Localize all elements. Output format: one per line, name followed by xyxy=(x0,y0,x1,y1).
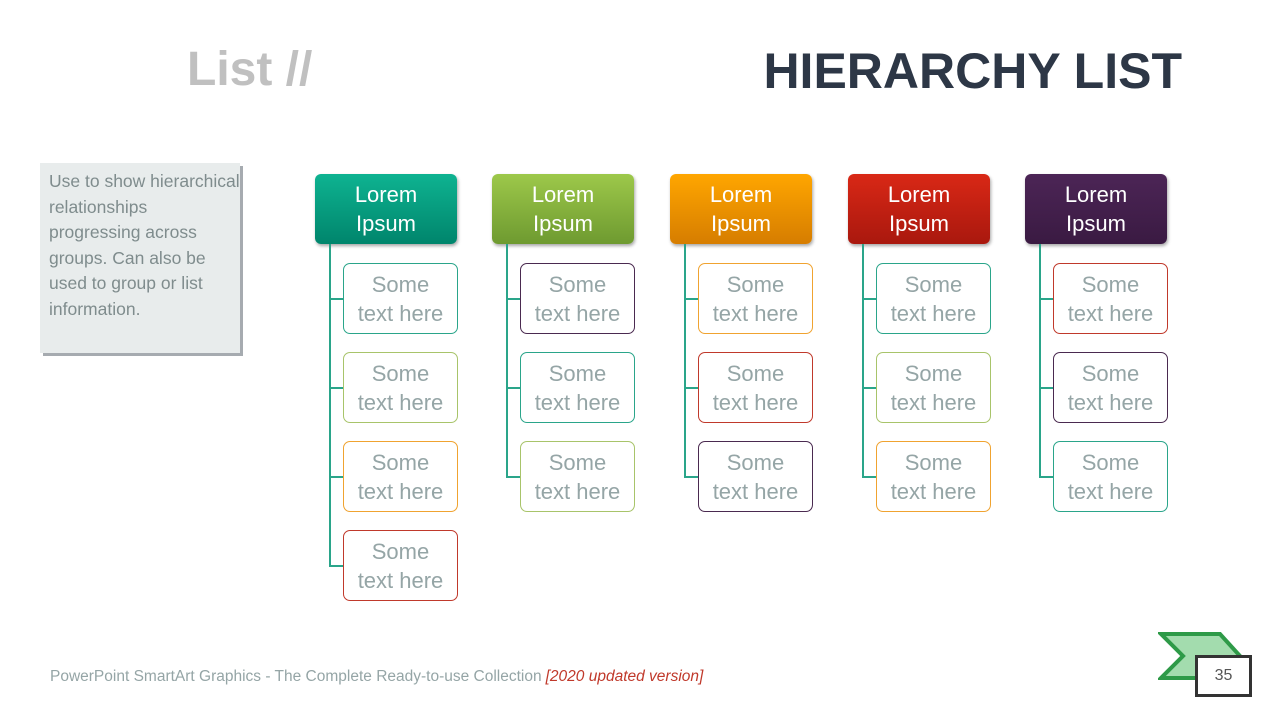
column-header[interactable]: Lorem Ipsum xyxy=(1025,174,1167,244)
list-item[interactable]: Some text here xyxy=(698,263,813,334)
list-item[interactable]: Some text here xyxy=(698,352,813,423)
connector-branch xyxy=(329,387,343,389)
list-item[interactable]: Some text here xyxy=(520,441,635,512)
footer-version: [2020 updated version] xyxy=(545,668,704,685)
list-item[interactable]: Some text here xyxy=(876,352,991,423)
connector-branch xyxy=(1039,387,1053,389)
page-number: 35 xyxy=(1195,655,1252,697)
column-4: Lorem Ipsum Some text here Some text here S… xyxy=(848,174,991,512)
connector-line xyxy=(862,244,864,477)
column-header[interactable]: Lorem Ipsum xyxy=(492,174,634,244)
list-item[interactable]: Some text here xyxy=(1053,263,1168,334)
connector-line xyxy=(506,244,508,477)
connector-branch xyxy=(506,387,520,389)
list-item[interactable]: Some text here xyxy=(343,352,458,423)
connector-branch xyxy=(684,387,698,389)
connector-branch xyxy=(329,565,343,567)
connector-branch xyxy=(684,298,698,300)
connector-branch xyxy=(329,476,343,478)
list-item[interactable]: Some text here xyxy=(343,530,458,601)
column-1: Lorem Ipsum Some text here Some text here S… xyxy=(315,174,458,601)
footer-text: PowerPoint SmartArt Graphics - The Compl… xyxy=(50,668,542,685)
column-3: Lorem Ipsum Some text here Some text here S… xyxy=(670,174,813,512)
list-item[interactable]: Some text here xyxy=(876,263,991,334)
connector-line xyxy=(1039,244,1041,477)
connector-branch xyxy=(1039,476,1053,478)
connector-line xyxy=(684,244,686,477)
list-item[interactable]: Some text here xyxy=(698,441,813,512)
list-item[interactable]: Some text here xyxy=(343,441,458,512)
description-box: Use to show hierarchical relationships p… xyxy=(40,163,240,353)
list-item[interactable]: Some text here xyxy=(1053,441,1168,512)
column-2: Lorem Ipsum Some text here Some text here S… xyxy=(492,174,635,512)
connector-branch xyxy=(506,476,520,478)
list-item[interactable]: Some text here xyxy=(520,352,635,423)
connector-branch xyxy=(862,476,876,478)
connector-branch xyxy=(862,387,876,389)
connector-line xyxy=(329,244,331,566)
column-header[interactable]: Lorem Ipsum xyxy=(848,174,990,244)
column-header[interactable]: Lorem Ipsum xyxy=(315,174,457,244)
connector-branch xyxy=(862,298,876,300)
section-title: List // xyxy=(187,43,313,96)
main-title: HIERARCHY LIST xyxy=(763,43,1182,99)
connector-branch xyxy=(1039,298,1053,300)
connector-branch xyxy=(506,298,520,300)
list-item[interactable]: Some text here xyxy=(343,263,458,334)
connector-branch xyxy=(329,298,343,300)
column-5: Lorem Ipsum Some text here Some text here S… xyxy=(1025,174,1168,512)
footer: PowerPoint SmartArt Graphics - The Compl… xyxy=(50,668,703,686)
column-header[interactable]: Lorem Ipsum xyxy=(670,174,812,244)
list-item[interactable]: Some text here xyxy=(1053,352,1168,423)
list-item[interactable]: Some text here xyxy=(876,441,991,512)
connector-branch xyxy=(684,476,698,478)
list-item[interactable]: Some text here xyxy=(520,263,635,334)
